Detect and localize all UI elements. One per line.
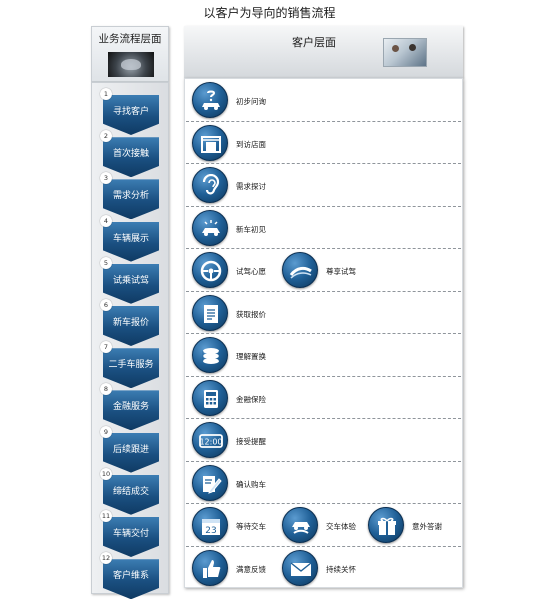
step-label: 需求分析: [112, 191, 149, 202]
touchpoint-label: 尊享试驾: [326, 267, 356, 276]
step-label: 二手车服务: [108, 360, 154, 371]
process-step: 7 二手车服务: [100, 341, 159, 389]
process-step: 8 金融服务: [100, 383, 159, 431]
page-title: 以客户为导向的销售流程: [203, 6, 336, 20]
process-step: 1 寻找客户: [100, 88, 159, 135]
business-process-header-label: 业务流程层面: [98, 33, 162, 45]
touchpoint-label: 初步问询: [236, 97, 266, 106]
road-icon: [282, 252, 318, 288]
svg-text:12:00: 12:00: [199, 438, 222, 447]
touchpoint-row: 新车初见: [184, 206, 463, 249]
touchpoint-label: 交车体验: [326, 522, 356, 531]
step-label: 新车报价: [112, 318, 149, 328]
step-number: 9: [100, 425, 112, 438]
process-step: 3 需求分析: [100, 172, 159, 220]
touchpoint-row: 试驾心愿 尊享试驾: [184, 248, 463, 291]
touchpoint-row: 满意反馈 持续关怀: [184, 546, 463, 589]
touchpoint-label: 满意反馈: [236, 564, 266, 574]
step-label: 金融服务: [112, 402, 149, 413]
gift-icon: [368, 507, 404, 543]
process-step: 6 新车报价: [100, 299, 159, 346]
touchpoint-label: 新车初见: [236, 224, 266, 234]
calendar-icon: 23: [192, 507, 228, 543]
step-number: 6: [100, 299, 112, 311]
step-label: 寻找客户: [112, 107, 149, 117]
process-step: 10 缔结成交: [100, 467, 159, 515]
steering-wheel-icon: [192, 252, 228, 288]
touchpoint-row: 到访店面: [184, 121, 463, 164]
touchpoint-row: 23 等待交车 交车体验 意外答谢: [184, 503, 463, 546]
touchpoint-row: 需求探讨: [184, 163, 463, 206]
customer-consultation-photo: [383, 38, 427, 67]
step-number: 10: [100, 467, 112, 480]
step-label: 试乘试驾: [112, 275, 149, 286]
digital-clock-icon: 12:00: [192, 422, 228, 458]
process-step: 2 首次接触: [100, 130, 159, 178]
step-number: 4: [100, 214, 112, 227]
document-icon: [192, 294, 228, 331]
step-label: 车辆展示: [112, 233, 149, 244]
touchpoint-label: 获取报价: [236, 309, 266, 319]
process-step: 12 客户维系: [100, 552, 159, 600]
touchpoint-row: 确认购车: [184, 461, 463, 504]
touchpoint-label: 确认购车: [236, 479, 266, 489]
step-label: 车辆交付: [112, 529, 149, 539]
touchpoint-row: 12:00 接受提醒: [184, 418, 463, 461]
touchpoint-row: 获取报价: [184, 291, 463, 334]
step-number: 11: [100, 510, 112, 522]
customer-level-header: 客户层面: [184, 26, 463, 78]
step-number: 5: [100, 256, 112, 269]
touchpoint-label: 到访店面: [236, 139, 266, 149]
step-label: 首次接触: [112, 149, 149, 160]
question-car-icon: [192, 82, 228, 118]
calculator-icon: [192, 379, 228, 416]
touchpoint-label: 试驾心愿: [236, 267, 266, 276]
touchpoint-row: 理解置换: [184, 333, 463, 376]
step-label: 缔结成交: [112, 486, 149, 497]
business-process-header: 业务流程层面: [91, 26, 169, 82]
process-step: 11 车辆交付: [100, 510, 159, 557]
step-label: 后续跟进: [112, 444, 149, 455]
showroom-icon: [192, 124, 228, 161]
new-car-icon: [192, 209, 228, 246]
pen-paper-icon: [192, 464, 228, 501]
process-step: 9 后续跟进: [100, 425, 159, 473]
process-step: 5 试乘试驾: [100, 256, 159, 304]
ear-icon: [192, 167, 228, 203]
handover-car-icon: [282, 507, 318, 543]
coins-icon: [192, 337, 228, 373]
touchpoint-label: 需求探讨: [236, 182, 266, 191]
process-step: 4 车辆展示: [100, 214, 159, 262]
touchpoint-label: 金融保险: [236, 394, 266, 404]
car-showroom-photo: [108, 52, 154, 77]
mail-icon: [282, 549, 318, 586]
touchpoint-row: 初步问询: [184, 78, 463, 121]
touchpoint-label: 意外答谢: [412, 522, 442, 531]
touchpoint-label: 接受提醒: [236, 437, 266, 446]
svg-text:23: 23: [205, 526, 216, 536]
touchpoint-label: 理解置换: [236, 352, 266, 361]
step-number: 1: [100, 88, 112, 100]
thumbs-up-icon: [192, 549, 228, 586]
step-label: 客户维系: [112, 571, 149, 582]
touchpoint-row: 金融保险: [184, 376, 463, 419]
touchpoint-label: 持续关怀: [326, 564, 356, 574]
touchpoint-label: 等待交车: [236, 522, 266, 531]
